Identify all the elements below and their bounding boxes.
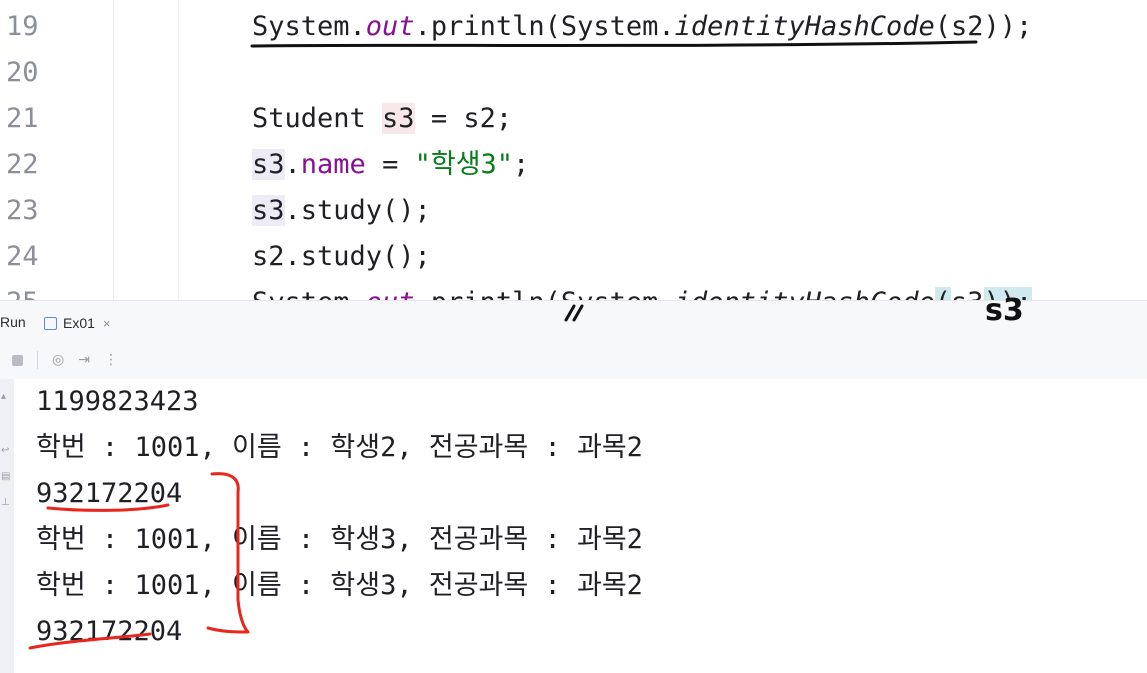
tool-window-tabbar: Run Ex01 ×	[0, 301, 1147, 343]
run-toolbar: ◎ ⇥ ⋮	[0, 345, 118, 375]
code-line[interactable]: s3.study();	[252, 188, 431, 234]
run-tool-window: Run Ex01 × ◎ ⇥ ⋮ ▴ ↩ ▤ ⊥ 1199823423 학번 :…	[0, 300, 1147, 673]
console-line: 932172204	[36, 616, 183, 647]
line-number: 20	[6, 57, 39, 88]
console-line: 학번 : 1001, 이름 : 학생2, 전공과목 : 과목2	[36, 432, 643, 463]
code-editor[interactable]: 19 20 21 22 23 24 25 System.out.println(…	[0, 0, 1147, 300]
code-token: s3	[252, 195, 285, 226]
console-line: 932172204	[36, 478, 183, 509]
print-icon[interactable]: ▤	[1, 471, 11, 483]
code-token: s3	[382, 103, 415, 134]
line-number: 19	[6, 11, 39, 42]
pin-icon[interactable]: ⊥	[1, 497, 11, 509]
export-icon[interactable]: ⇥	[78, 352, 90, 368]
fold-divider	[178, 0, 179, 300]
console-line: 학번 : 1001, 이름 : 학생3, 전공과목 : 과목2	[36, 570, 643, 601]
code-token: identityHashCode	[675, 287, 935, 300]
code-token: identityHashCode	[674, 11, 935, 42]
code-token: ));	[983, 287, 1033, 300]
tab-label: Ex01	[63, 315, 95, 331]
more-icon[interactable]: ⋮	[104, 352, 118, 368]
code-token: s3	[252, 149, 285, 180]
code-token: = s2;	[414, 103, 513, 134]
close-icon[interactable]: ×	[103, 316, 111, 331]
code-line[interactable]: s2.study();	[252, 234, 431, 280]
code-line[interactable]: s3.name = "학생3";	[252, 142, 529, 188]
code-token: "학생3"	[414, 149, 514, 180]
line-number: 24	[6, 241, 39, 272]
code-token: Student	[252, 103, 383, 134]
console-line: 1199823423	[36, 386, 199, 417]
code-token: System.	[252, 11, 366, 42]
console-output[interactable]: 1199823423 학번 : 1001, 이름 : 학생2, 전공과목 : 과…	[14, 379, 1147, 673]
code-line[interactable]: System.out.println(System.identityHashCo…	[252, 280, 1033, 300]
tab-ex01[interactable]: Ex01 ×	[44, 309, 111, 337]
toolbar-divider	[37, 351, 38, 369]
code-line[interactable]: System.out.println(System.identityHashCo…	[252, 4, 1032, 50]
code-token: out	[365, 11, 415, 42]
line-number: 22	[6, 149, 39, 180]
code-token: (s2));	[934, 11, 1033, 42]
code-token: System.	[252, 287, 366, 300]
console-side-toolbar: ▴ ↩ ▤ ⊥	[0, 379, 15, 673]
code-token: out	[366, 287, 415, 300]
console-line: 학번 : 1001, 이름 : 학생3, 전공과목 : 과목2	[36, 524, 643, 555]
code-token: .study();	[284, 195, 431, 226]
code-token: (	[934, 287, 952, 300]
line-number: 25	[6, 280, 66, 300]
code-token: s3	[951, 287, 984, 300]
code-token: .println(System.	[414, 11, 675, 42]
code-token: .println(System.	[415, 287, 675, 300]
line-number: 23	[6, 195, 39, 226]
wrap-icon[interactable]: ↩	[1, 445, 11, 457]
console-icon	[44, 316, 57, 330]
code-token: name	[300, 149, 366, 180]
stop-icon[interactable]	[12, 354, 23, 366]
code-token: ;	[513, 149, 530, 180]
run-label[interactable]: Run	[0, 314, 26, 330]
up-icon[interactable]: ▴	[1, 391, 11, 403]
code-token: .	[284, 149, 301, 180]
gutter-divider	[113, 0, 114, 300]
line-number-gutter: 19 20 21 22 23 24 25	[0, 0, 113, 300]
camera-icon[interactable]: ◎	[52, 352, 64, 368]
line-number: 21	[6, 103, 39, 134]
code-token: =	[365, 149, 415, 180]
code-line[interactable]: Student s3 = s2;	[252, 96, 512, 142]
